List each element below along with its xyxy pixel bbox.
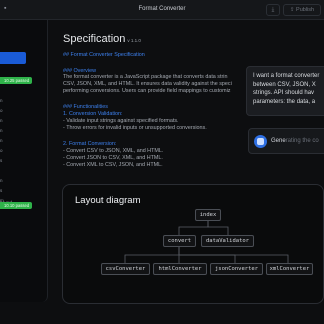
sidebar-item[interactable]: n	[0, 178, 3, 183]
status-badge: 10.10 passed	[0, 202, 33, 209]
generating-text: Generating the co	[271, 138, 319, 144]
status-rest: rating the co	[285, 138, 319, 144]
chat-line: I want a format converter	[253, 73, 320, 79]
download-icon: ⤓	[271, 7, 275, 13]
edge-index-datavalidator	[207, 221, 229, 235]
md-paragraph: CSV, JSON, XML, and HTML. It ensures dat…	[63, 81, 232, 87]
node-csv-converter[interactable]: csvConverter	[101, 263, 150, 275]
diagram-title: Layout diagram	[75, 195, 141, 206]
md-list-item: - Convert CSV to JSON, XML, and HTML.	[63, 148, 164, 154]
spec-panel: Specification v 1.1.0 ## Format Converter…	[56, 30, 324, 210]
md-heading: ### Functionalities	[63, 104, 108, 110]
sidebar-item[interactable]: n	[0, 138, 3, 143]
md-list-item: - Throw errors for invalid inputs or uns…	[63, 125, 207, 131]
sidebar-selected-item[interactable]	[0, 52, 26, 64]
version-label: v 1.1.0	[127, 38, 141, 43]
publish-label: Publish	[296, 7, 315, 13]
sidebar: 10.25 passed n o n n n o s n s m ns.md 1…	[0, 20, 48, 302]
node-convert[interactable]: convert	[163, 235, 196, 247]
spec-title-text: Specification	[63, 33, 126, 45]
md-list-item: - Convert JSON to CSV, XML, and HTML.	[63, 155, 163, 161]
generating-status: Generating the co	[248, 128, 324, 154]
sidebar-item[interactable]: n	[0, 98, 3, 103]
md-heading: ## Format Converter Specification	[63, 52, 145, 58]
chat-message-bubble: I want a format converter between CSV, J…	[246, 66, 324, 116]
edge-convert-csv	[124, 247, 180, 263]
page-title: Specification v 1.1.0	[63, 33, 141, 45]
node-xml-converter[interactable]: xmlConverter	[266, 263, 313, 275]
status-badge: 10.25 passed	[0, 77, 33, 84]
title-bar: ▪ Format Converter ⤓ ⇪ Publish	[0, 0, 324, 20]
node-json-converter[interactable]: jsonConverter	[210, 263, 263, 275]
download-button[interactable]: ⤓	[266, 4, 280, 16]
sidebar-item[interactable]: n	[0, 128, 3, 133]
md-heading: 1. Conversion Validation:	[63, 111, 123, 117]
node-html-converter[interactable]: htmlConverter	[153, 263, 207, 275]
chat-line: parameters: the data, a	[253, 98, 316, 105]
sidebar-item[interactable]: n	[0, 118, 3, 123]
md-list-item: - Convert XML to CSV, JSON, and HTML.	[63, 162, 163, 168]
md-heading: 2. Format Conversion:	[63, 141, 117, 147]
status-prefix: Gene	[271, 138, 286, 144]
chat-line: between CSV, JSON, X	[253, 81, 316, 88]
assistant-icon	[254, 135, 267, 148]
md-paragraph: The format converter is a JavaScript pac…	[63, 74, 228, 80]
md-paragraph: performing conversions. Users can provid…	[63, 88, 231, 94]
layout-diagram-panel: Layout diagram index convert dataValidat…	[62, 184, 324, 304]
md-list-item: - Validate input strings against specifi…	[63, 118, 179, 124]
node-data-validator[interactable]: dataValidator	[201, 235, 254, 247]
edge-convert-xml	[178, 247, 289, 263]
chat-line: strings. API should hav	[253, 90, 315, 96]
edge-index-convert	[178, 221, 209, 235]
publish-button[interactable]: ⇪ Publish	[283, 4, 321, 16]
sidebar-item[interactable]: o	[0, 148, 3, 153]
sidebar-item[interactable]: o	[0, 108, 3, 113]
sidebar-item[interactable]: s	[0, 188, 2, 193]
sidebar-item[interactable]: s	[0, 158, 2, 163]
node-index[interactable]: index	[195, 209, 221, 221]
